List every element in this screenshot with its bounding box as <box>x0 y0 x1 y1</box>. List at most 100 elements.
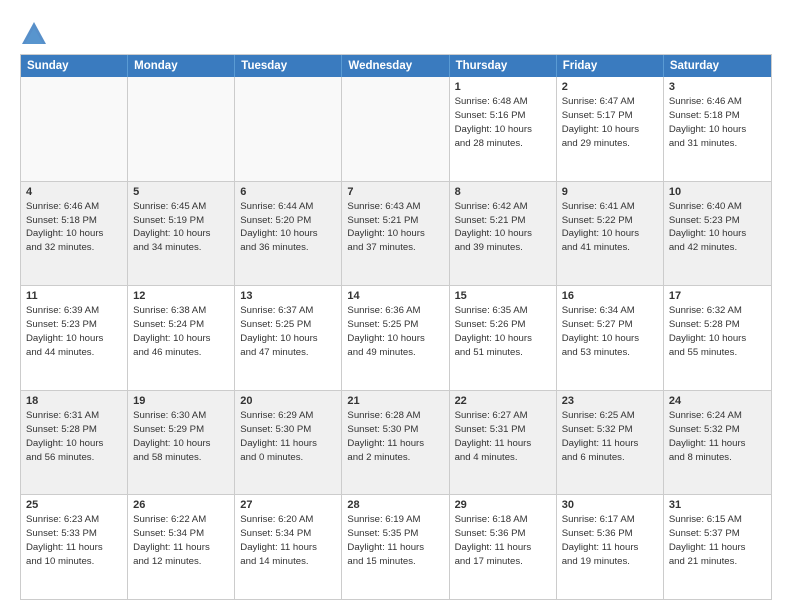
day-number: 23 <box>562 395 658 407</box>
page: SundayMondayTuesdayWednesdayThursdayFrid… <box>0 0 792 612</box>
day-number: 9 <box>562 186 658 198</box>
empty-cell <box>128 77 235 181</box>
day-cell-31: 31 Sunrise: 6:15 AMSunset: 5:37 PMDayligh… <box>664 495 771 599</box>
day-cell-1: 1 Sunrise: 6:48 AMSunset: 5:16 PMDaylight… <box>450 77 557 181</box>
day-info: Sunrise: 6:36 AMSunset: 5:25 PMDaylight:… <box>347 304 443 360</box>
day-cell-18: 18 Sunrise: 6:31 AMSunset: 5:28 PMDayligh… <box>21 391 128 495</box>
day-info: Sunrise: 6:46 AMSunset: 5:18 PMDaylight:… <box>26 200 122 256</box>
day-number: 20 <box>240 395 336 407</box>
day-number: 28 <box>347 499 443 511</box>
day-number: 1 <box>455 81 551 93</box>
day-info: Sunrise: 6:35 AMSunset: 5:26 PMDaylight:… <box>455 304 551 360</box>
day-cell-10: 10 Sunrise: 6:40 AMSunset: 5:23 PMDayligh… <box>664 182 771 286</box>
day-number: 17 <box>669 290 766 302</box>
day-info: Sunrise: 6:45 AMSunset: 5:19 PMDaylight:… <box>133 200 229 256</box>
logo <box>20 20 52 48</box>
day-info: Sunrise: 6:34 AMSunset: 5:27 PMDaylight:… <box>562 304 658 360</box>
day-info: Sunrise: 6:40 AMSunset: 5:23 PMDaylight:… <box>669 200 766 256</box>
day-cell-23: 23Sunrise: 6:25 AMSunset: 5:32 PMDayligh… <box>557 391 664 495</box>
week-row-5: 25 Sunrise: 6:23 AMSunset: 5:33 PMDayligh… <box>21 494 771 599</box>
day-number: 18 <box>26 395 122 407</box>
day-cell-24: 24 Sunrise: 6:24 AMSunset: 5:32 PMDayligh… <box>664 391 771 495</box>
day-number: 4 <box>26 186 122 198</box>
day-number: 6 <box>240 186 336 198</box>
day-number: 29 <box>455 499 551 511</box>
day-cell-4: 4 Sunrise: 6:46 AMSunset: 5:18 PMDaylight… <box>21 182 128 286</box>
day-info: Sunrise: 6:17 AMSunset: 5:36 PMDaylight:… <box>562 513 658 569</box>
logo-icon <box>20 20 48 48</box>
day-cell-2: 2 Sunrise: 6:47 AMSunset: 5:17 PMDaylight… <box>557 77 664 181</box>
day-info: Sunrise: 6:48 AMSunset: 5:16 PMDaylight:… <box>455 95 551 151</box>
header-day-tuesday: Tuesday <box>235 55 342 77</box>
header-day-wednesday: Wednesday <box>342 55 449 77</box>
calendar-body: 1 Sunrise: 6:48 AMSunset: 5:16 PMDaylight… <box>21 77 771 599</box>
day-cell-21: 21 Sunrise: 6:28 AMSunset: 5:30 PMDayligh… <box>342 391 449 495</box>
calendar: SundayMondayTuesdayWednesdayThursdayFrid… <box>20 54 772 600</box>
day-info: Sunrise: 6:19 AMSunset: 5:35 PMDaylight:… <box>347 513 443 569</box>
header <box>20 16 772 48</box>
day-number: 24 <box>669 395 766 407</box>
week-row-3: 11 Sunrise: 6:39 AMSunset: 5:23 PMDayligh… <box>21 285 771 390</box>
day-cell-12: 12Sunrise: 6:38 AMSunset: 5:24 PMDayligh… <box>128 286 235 390</box>
day-info: Sunrise: 6:46 AMSunset: 5:18 PMDaylight:… <box>669 95 766 151</box>
day-number: 11 <box>26 290 122 302</box>
header-day-sunday: Sunday <box>21 55 128 77</box>
day-number: 26 <box>133 499 229 511</box>
header-day-friday: Friday <box>557 55 664 77</box>
day-info: Sunrise: 6:22 AMSunset: 5:34 PMDaylight:… <box>133 513 229 569</box>
day-info: Sunrise: 6:39 AMSunset: 5:23 PMDaylight:… <box>26 304 122 360</box>
day-cell-26: 26 Sunrise: 6:22 AMSunset: 5:34 PMDayligh… <box>128 495 235 599</box>
day-info: Sunrise: 6:38 AMSunset: 5:24 PMDaylight:… <box>133 304 229 360</box>
day-info: Sunrise: 6:42 AMSunset: 5:21 PMDaylight:… <box>455 200 551 256</box>
week-row-2: 4 Sunrise: 6:46 AMSunset: 5:18 PMDaylight… <box>21 181 771 286</box>
day-cell-22: 22Sunrise: 6:27 AMSunset: 5:31 PMDayligh… <box>450 391 557 495</box>
day-number: 25 <box>26 499 122 511</box>
day-info: Sunrise: 6:30 AMSunset: 5:29 PMDaylight:… <box>133 409 229 465</box>
day-number: 10 <box>669 186 766 198</box>
day-cell-29: 29 Sunrise: 6:18 AMSunset: 5:36 PMDayligh… <box>450 495 557 599</box>
header-day-monday: Monday <box>128 55 235 77</box>
day-info: Sunrise: 6:20 AMSunset: 5:34 PMDaylight:… <box>240 513 336 569</box>
day-cell-19: 19Sunrise: 6:30 AMSunset: 5:29 PMDayligh… <box>128 391 235 495</box>
day-cell-15: 15 Sunrise: 6:35 AMSunset: 5:26 PMDayligh… <box>450 286 557 390</box>
calendar-header: SundayMondayTuesdayWednesdayThursdayFrid… <box>21 55 771 77</box>
day-number: 3 <box>669 81 766 93</box>
day-info: Sunrise: 6:15 AMSunset: 5:37 PMDaylight:… <box>669 513 766 569</box>
day-number: 27 <box>240 499 336 511</box>
day-number: 7 <box>347 186 443 198</box>
day-info: Sunrise: 6:47 AMSunset: 5:17 PMDaylight:… <box>562 95 658 151</box>
day-number: 30 <box>562 499 658 511</box>
day-info: Sunrise: 6:32 AMSunset: 5:28 PMDaylight:… <box>669 304 766 360</box>
day-number: 2 <box>562 81 658 93</box>
day-cell-16: 16Sunrise: 6:34 AMSunset: 5:27 PMDayligh… <box>557 286 664 390</box>
day-info: Sunrise: 6:27 AMSunset: 5:31 PMDaylight:… <box>455 409 551 465</box>
day-cell-13: 13Sunrise: 6:37 AMSunset: 5:25 PMDayligh… <box>235 286 342 390</box>
day-cell-11: 11 Sunrise: 6:39 AMSunset: 5:23 PMDayligh… <box>21 286 128 390</box>
day-cell-9: 9Sunrise: 6:41 AMSunset: 5:22 PMDaylight… <box>557 182 664 286</box>
day-number: 14 <box>347 290 443 302</box>
empty-cell <box>21 77 128 181</box>
day-number: 15 <box>455 290 551 302</box>
day-cell-30: 30 Sunrise: 6:17 AMSunset: 5:36 PMDayligh… <box>557 495 664 599</box>
header-day-saturday: Saturday <box>664 55 771 77</box>
day-cell-28: 28 Sunrise: 6:19 AMSunset: 5:35 PMDayligh… <box>342 495 449 599</box>
day-info: Sunrise: 6:31 AMSunset: 5:28 PMDaylight:… <box>26 409 122 465</box>
empty-cell <box>235 77 342 181</box>
week-row-1: 1 Sunrise: 6:48 AMSunset: 5:16 PMDaylight… <box>21 77 771 181</box>
day-info: Sunrise: 6:44 AMSunset: 5:20 PMDaylight:… <box>240 200 336 256</box>
day-number: 21 <box>347 395 443 407</box>
day-cell-5: 5Sunrise: 6:45 AMSunset: 5:19 PMDaylight… <box>128 182 235 286</box>
day-number: 31 <box>669 499 766 511</box>
day-cell-25: 25 Sunrise: 6:23 AMSunset: 5:33 PMDayligh… <box>21 495 128 599</box>
week-row-4: 18 Sunrise: 6:31 AMSunset: 5:28 PMDayligh… <box>21 390 771 495</box>
day-cell-6: 6 Sunrise: 6:44 AMSunset: 5:20 PMDaylight… <box>235 182 342 286</box>
day-info: Sunrise: 6:18 AMSunset: 5:36 PMDaylight:… <box>455 513 551 569</box>
day-cell-3: 3 Sunrise: 6:46 AMSunset: 5:18 PMDaylight… <box>664 77 771 181</box>
day-info: Sunrise: 6:28 AMSunset: 5:30 PMDaylight:… <box>347 409 443 465</box>
header-day-thursday: Thursday <box>450 55 557 77</box>
day-info: Sunrise: 6:29 AMSunset: 5:30 PMDaylight:… <box>240 409 336 465</box>
day-info: Sunrise: 6:23 AMSunset: 5:33 PMDaylight:… <box>26 513 122 569</box>
day-info: Sunrise: 6:37 AMSunset: 5:25 PMDaylight:… <box>240 304 336 360</box>
day-number: 8 <box>455 186 551 198</box>
day-info: Sunrise: 6:24 AMSunset: 5:32 PMDaylight:… <box>669 409 766 465</box>
